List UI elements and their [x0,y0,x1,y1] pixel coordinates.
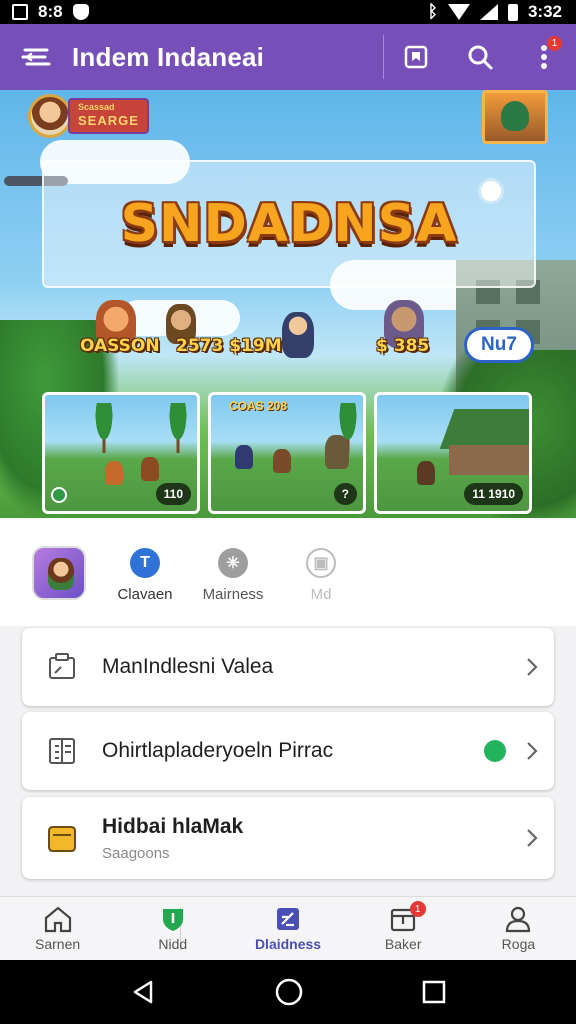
game-character [273,449,291,473]
more-vertical-icon [541,45,547,69]
hut-wall [449,445,529,475]
chevron-right-icon [527,829,538,847]
edit-icon [277,908,299,930]
sparkle-icon [478,178,504,204]
list-card-2[interactable]: Ohirtlapladeryoeln Pirrac [22,712,554,790]
app-bar: Indem Indaneai 1 [0,24,576,90]
nav-item-nidd[interactable]: Nidd [115,897,230,960]
nav-label: Dlaidness [254,936,322,952]
notification-app-icon [12,4,28,20]
person-icon [506,906,531,933]
screenshot-badge: 11 1910 [464,483,523,505]
card-subtitle: Saagoons [102,844,170,862]
status-dot-icon [51,487,67,503]
bottom-navigation: Sarnen Nidd Dlaidness 1 Baker Roga [0,896,576,960]
list-card-1[interactable]: ManIndlesni Valea [22,628,554,706]
battery-icon [507,3,518,21]
home-circle-icon[interactable] [274,977,304,1007]
stat-right: $ 385 [376,336,430,356]
star-icon: ✳ [218,548,248,578]
version-pill-button[interactable]: Nu7 [464,327,534,363]
game-character [105,461,123,485]
screenshot-badge: ? [333,483,357,505]
nav-notification-badge: 1 [409,901,426,917]
screenshot-label: COAS 208 [229,399,288,413]
player-name: SEARGE [78,113,139,128]
home-icon [44,906,71,933]
status-time-left: 8:8 [38,2,63,21]
recents-icon[interactable] [421,979,447,1005]
security-shield-icon [72,4,89,20]
shield-icon [162,909,183,931]
status-time: 3:32 [527,2,562,21]
tree-icon [91,403,117,453]
signal-icon [479,4,498,20]
hut-roof [439,409,529,449]
tree-icon [165,403,191,453]
player-avatar [28,94,72,138]
app-icon[interactable] [32,546,86,600]
player-rank-label: Scassad [78,102,115,112]
nav-item-home[interactable]: Sarnen [0,897,115,960]
hamburger-menu-icon [21,48,51,66]
game-banner[interactable]: Scassad SEARGE SNDADNSA OASSON 2573 $19M… [0,90,576,518]
game-logo-panel: SNDADNSA [42,160,536,288]
system-navigation-bar [0,960,576,1024]
card-title: Hidbai hlaMak [102,814,244,838]
game-character [417,461,435,485]
screenshot-thumbnail-3[interactable]: 11 1910 [374,392,532,514]
nav-label: Sarnen [35,936,81,952]
nav-label: Baker [384,936,422,952]
game-logo: SNDADNSA [120,194,458,254]
chevron-right-icon [527,658,538,676]
status-bar: 8:8 ᛒ 3:32 [0,0,576,24]
list-card-3[interactable]: Hidbai hlaMak Saagoons [22,797,554,879]
folder-icon [48,826,76,852]
card-title: ManIndlesni Valea [102,655,274,678]
page-title: Indem Indaneai [72,41,265,72]
game-character [141,457,159,481]
quick-action-3[interactable]: ▣ Md [276,548,366,603]
nav-item-baker[interactable]: 1 Baker [346,897,461,960]
document-icon [49,738,75,764]
game-character [325,435,349,469]
screenshot-thumbnail-1[interactable]: 110 [42,392,200,514]
stat-middle: 2573 $19M [176,336,282,356]
nav-item-profile[interactable]: Roga [461,897,576,960]
chevron-right-icon [527,742,538,760]
game-character [235,445,253,469]
bookmark-button[interactable] [384,24,448,90]
nav-item-dlaidness[interactable]: Dlaidness [230,897,345,960]
screenshot-thumbnail-2[interactable]: COAS 208 ? [208,392,366,514]
menu-button[interactable] [0,24,72,90]
nav-label: Nidd [158,936,188,952]
player-rank-tag: Scassad SEARGE [68,98,149,134]
nav-label: Roga [501,936,536,952]
card-title: Ohirtlapladeryoeln Pirrac [102,739,334,762]
quick-action-1[interactable]: T Clavaen [100,548,190,603]
lock-icon: ▣ [306,548,336,578]
online-status-icon [484,740,506,762]
search-button[interactable] [448,24,512,90]
quick-action-label: Md [310,586,332,603]
character-ninja [282,312,314,358]
quick-action-label: Mairness [202,586,264,603]
overflow-menu-button[interactable]: 1 [512,24,576,90]
bookmark-icon [404,45,428,69]
quick-actions-row: T Clavaen ✳ Mairness ▣ Md [0,518,576,626]
player-profile-chip[interactable]: Scassad SEARGE [28,94,149,138]
info-icon: T [130,548,160,578]
bluetooth-icon: ᛒ [427,2,438,21]
notification-badge: 1 [547,36,562,51]
search-icon [468,45,493,70]
wifi-icon [447,4,470,20]
quick-action-2[interactable]: ✳ Mairness [188,548,278,603]
clipboard-icon [49,653,75,679]
hero-thumbnail[interactable] [482,90,548,144]
back-icon[interactable] [129,978,157,1006]
screenshot-badge: 110 [155,483,191,505]
stat-left: OASSON [80,336,160,356]
quick-action-label: Clavaen [117,586,173,603]
